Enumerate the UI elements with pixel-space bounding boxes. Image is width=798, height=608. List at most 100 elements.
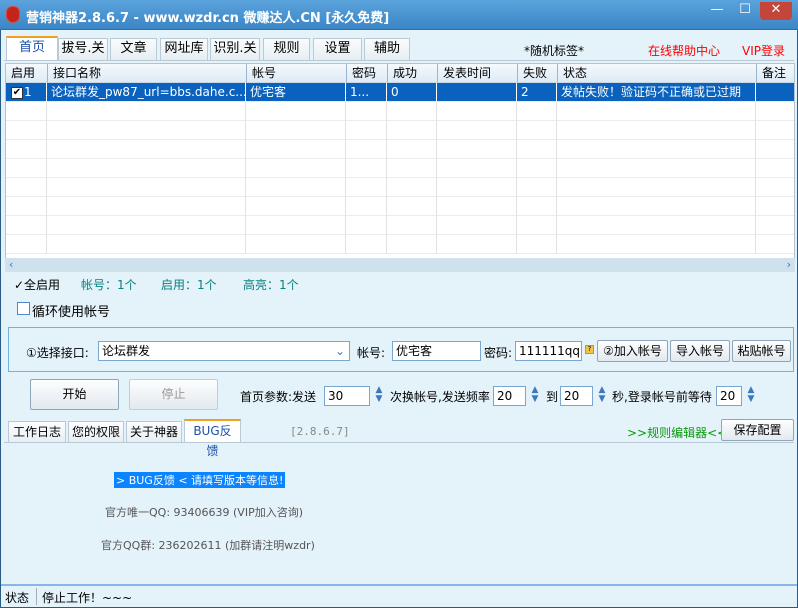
start-button[interactable]: 开始	[30, 379, 119, 410]
empty-cell	[756, 102, 794, 121]
wait-input[interactable]: 20	[716, 386, 742, 406]
row-account: 优宅客	[246, 83, 346, 102]
empty-cell	[437, 197, 517, 216]
empty-cell	[387, 159, 437, 178]
col-note[interactable]: 备注	[756, 64, 794, 83]
interface-value: 论坛群发	[102, 344, 151, 358]
interface-label: ①选择接口:	[26, 346, 89, 360]
empty-cell	[346, 178, 387, 197]
scroll-left-icon[interactable]: ‹	[9, 258, 13, 271]
random-tag-link[interactable]: *随机标签*	[524, 42, 584, 59]
empty-cell	[557, 102, 756, 121]
chevron-down-icon[interactable]: ⌄	[335, 342, 345, 360]
empty-cell	[517, 178, 557, 197]
col-name[interactable]: 接口名称	[47, 64, 246, 83]
send-count-input[interactable]: 30	[324, 386, 370, 406]
tab-rules[interactable]: 规则	[263, 38, 310, 60]
empty-cell	[346, 140, 387, 159]
empty-cell	[557, 216, 756, 235]
tab-assist[interactable]: 辅助	[364, 38, 410, 60]
empty-cell	[346, 121, 387, 140]
tab-home[interactable]: 首页	[6, 36, 58, 60]
col-password[interactable]: 密码	[346, 64, 387, 83]
help-center-link[interactable]: 在线帮助中心	[648, 42, 720, 59]
freq-from-input[interactable]: 20	[493, 386, 526, 406]
col-account[interactable]: 帐号	[246, 64, 346, 83]
empty-cell	[246, 140, 346, 159]
freq-to-spinner[interactable]: ▲ ▼	[595, 386, 609, 406]
empty-cell	[517, 121, 557, 140]
help-icon[interactable]: ?	[585, 345, 594, 354]
row-enabled-checkbox[interactable]: ✔	[11, 87, 23, 99]
horizontal-scrollbar[interactable]: ‹ ›	[5, 258, 795, 272]
empty-cell	[47, 102, 246, 121]
loop-accounts-checkbox[interactable]	[17, 302, 30, 315]
tab-urls[interactable]: 网址库	[160, 38, 208, 60]
maximize-button[interactable]: ☐	[732, 2, 758, 20]
stop-button[interactable]: 停止	[129, 379, 218, 410]
send-count-spinner[interactable]: ▲ ▼	[372, 386, 386, 406]
col-success[interactable]: 成功	[387, 64, 437, 83]
enable-all-button[interactable]: ✓全启用	[14, 276, 60, 293]
rule-editor-link[interactable]: >>规则编辑器<<	[627, 424, 727, 441]
empty-cell	[246, 197, 346, 216]
col-fail[interactable]: 失败	[517, 64, 557, 83]
empty-cell	[756, 178, 794, 197]
add-account-button[interactable]: ②加入帐号	[597, 340, 668, 362]
empty-cell	[756, 121, 794, 140]
col-status[interactable]: 状态	[557, 64, 756, 83]
empty-cell	[47, 178, 246, 197]
tab-articles[interactable]: 文章	[110, 38, 157, 60]
highlight-count: 高亮：1个	[243, 278, 299, 292]
empty-cell	[246, 178, 346, 197]
panel-divider	[4, 442, 794, 443]
col-enabled[interactable]: 启用	[6, 64, 47, 83]
tab-divider	[4, 60, 794, 61]
tab-permissions[interactable]: 您的权限	[68, 421, 124, 443]
empty-cell	[437, 216, 517, 235]
empty-cell	[6, 140, 47, 159]
paste-account-button[interactable]: 粘贴帐号	[732, 340, 791, 362]
params-label: 首页参数:发送	[240, 390, 317, 404]
vip-login-link[interactable]: VIP登录	[742, 42, 785, 59]
tab-work-log[interactable]: 工作日志	[8, 421, 66, 443]
row-success: 0	[387, 83, 437, 102]
empty-cell	[346, 235, 387, 254]
scroll-right-icon[interactable]: ›	[787, 258, 791, 271]
empty-cell	[246, 159, 346, 178]
status-text: 停止工作！~~~	[42, 591, 133, 605]
empty-cell	[6, 178, 47, 197]
wait-label: 秒,登录帐号前等待	[612, 390, 712, 404]
wait-spinner[interactable]: ▲ ▼	[744, 386, 758, 406]
empty-cell	[756, 197, 794, 216]
tab-settings[interactable]: 设置	[313, 38, 362, 60]
empty-cell	[246, 102, 346, 121]
empty-cell	[6, 121, 47, 140]
empty-cell	[756, 159, 794, 178]
account-input[interactable]: 优宅客	[392, 341, 481, 361]
tab-bug-feedback[interactable]: BUG反馈	[184, 419, 241, 458]
tab-recognition[interactable]: 识别.关	[210, 38, 260, 60]
empty-cell	[346, 102, 387, 121]
empty-cell	[6, 159, 47, 178]
import-account-button[interactable]: 导入帐号	[670, 340, 730, 362]
tab-about[interactable]: 关于神器	[126, 421, 182, 443]
to-label: 到	[546, 390, 559, 404]
freq-from-spinner[interactable]: ▲ ▼	[528, 386, 542, 406]
col-time[interactable]: 发表时间	[437, 64, 517, 83]
freq-to-input[interactable]: 20	[560, 386, 593, 406]
password-input[interactable]: 111111qq	[515, 341, 582, 361]
minimize-button[interactable]: —	[704, 2, 730, 20]
tab-dialup[interactable]: 拔号.关	[58, 38, 108, 60]
empty-cell	[246, 216, 346, 235]
empty-cell	[517, 197, 557, 216]
title-bar: 营销神器2.8.6.7 - www.wzdr.cn 微赚达人.CN [永久免费]…	[0, 0, 798, 30]
save-config-button[interactable]: 保存配置	[721, 419, 794, 441]
empty-cell	[346, 159, 387, 178]
interface-select[interactable]: 论坛群发 ⌄	[98, 341, 350, 361]
account-label: 帐号:	[357, 346, 386, 360]
bug-banner: > BUG反馈 < 请填写版本等信息!	[114, 472, 286, 488]
empty-cell	[47, 197, 246, 216]
switch-label: 次换帐号,发送频率	[390, 390, 490, 404]
close-button[interactable]: ✕	[760, 2, 792, 20]
